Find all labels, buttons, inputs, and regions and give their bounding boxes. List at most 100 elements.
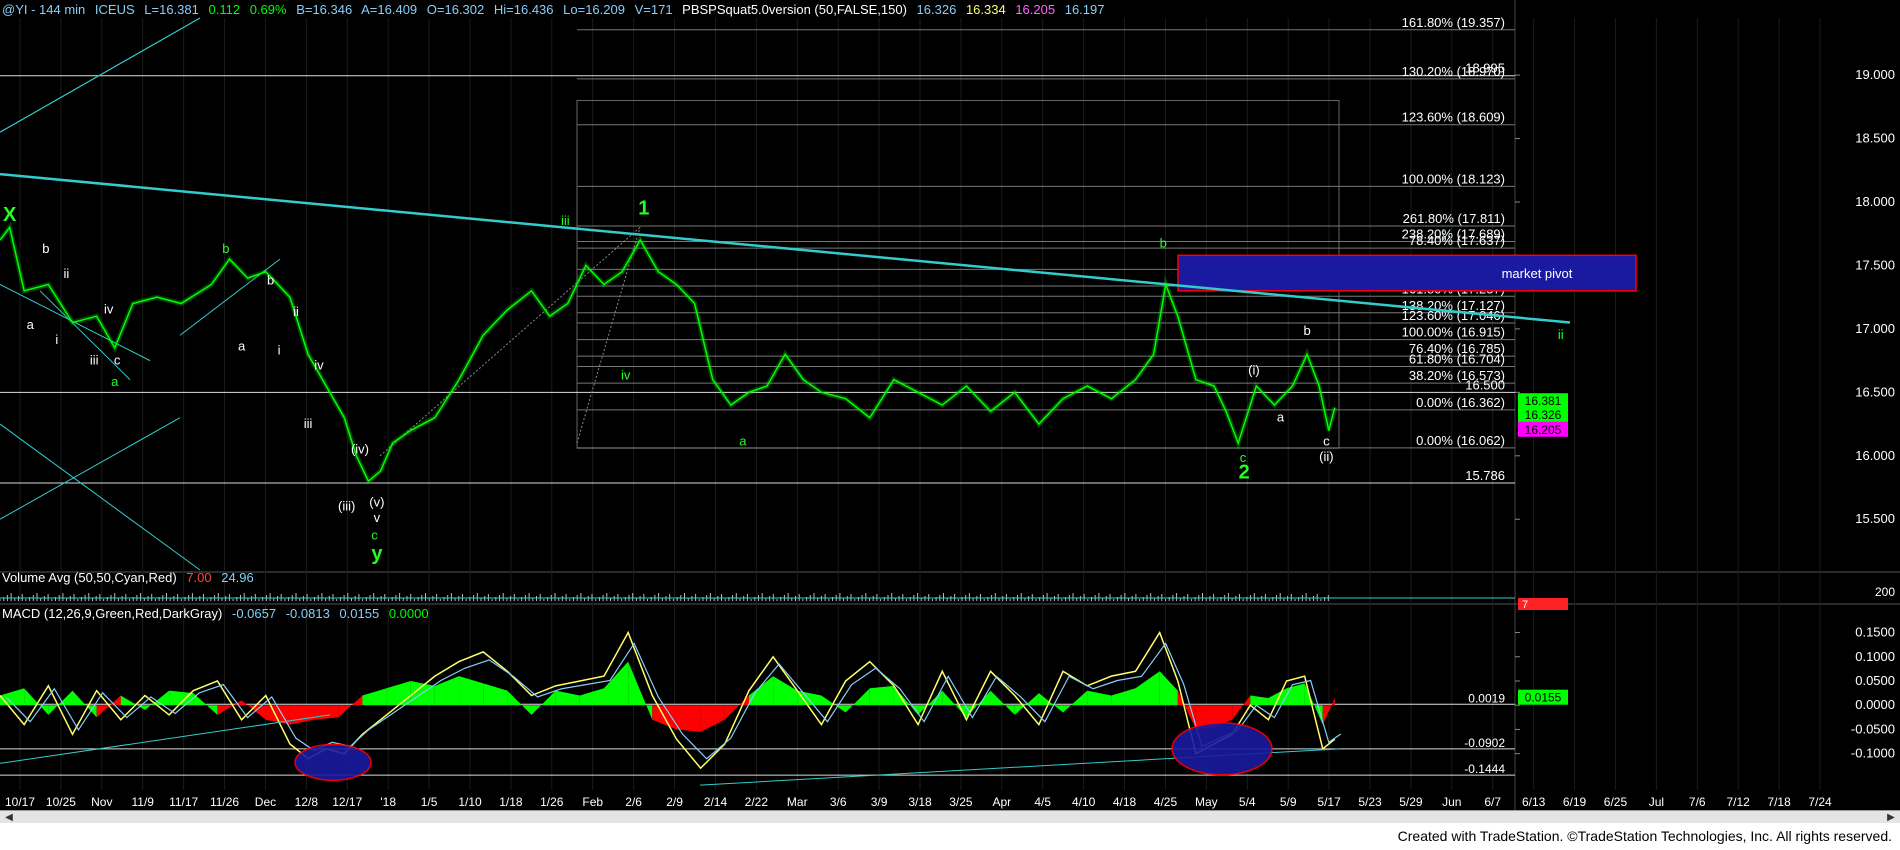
macd-divergence-ellipse-2 (1171, 722, 1273, 776)
macd-histogram-segment (990, 690, 1015, 715)
macd-histogram-segment (1159, 671, 1178, 706)
x-tick-label: Dec (255, 795, 276, 809)
fib-level-label: 15.786 (1465, 468, 1505, 483)
fib-level-label: 123.60% (18.609) (1402, 110, 1505, 125)
x-tick-label: 6/19 (1563, 795, 1587, 809)
x-tick-label: 2/9 (666, 795, 683, 809)
x-tick-label: 4/25 (1154, 795, 1178, 809)
macd-histogram-segment (314, 705, 339, 720)
macd-header: MACD (12,26,9,Green,Red,DarkGray) -0.065… (2, 606, 435, 621)
x-tick-label: Apr (992, 795, 1011, 809)
horizontal-scrollbar[interactable]: ◀ ▶ (0, 810, 1900, 824)
wave-label: ii (293, 304, 299, 319)
wave-label: X (3, 204, 17, 226)
macd-v4: 0.0000 (388, 606, 429, 621)
x-tick-label: 5/17 (1317, 795, 1341, 809)
macd-histogram-segment (1286, 683, 1305, 706)
volume-value: V=171 (634, 2, 673, 17)
footer-credit: Created with TradeStation. ©TradeStation… (1397, 828, 1892, 844)
fib-level-label: 0.00% (16.362) (1416, 395, 1505, 410)
wave-label: iv (104, 302, 114, 317)
x-tick-label: 1/10 (458, 795, 482, 809)
macd-v2: -0.0813 (285, 606, 330, 621)
fib-level-label: 161.80% (19.357) (1402, 15, 1505, 30)
x-tick-label: 4/18 (1113, 795, 1137, 809)
y-tick-label: 19.000 (1855, 67, 1895, 82)
x-tick-label: 5/29 (1399, 795, 1423, 809)
macd-histogram-segment (362, 688, 387, 706)
dotted-projection (379, 227, 641, 457)
x-tick-label: Jul (1649, 795, 1664, 809)
macd-level-label: -0.1444 (1464, 762, 1505, 776)
x-tick-label: 6/25 (1604, 795, 1628, 809)
wave-label: b (267, 272, 274, 287)
study-label: PBSPSquat5.0version (50,FALSE,150) (682, 2, 907, 17)
macd-histogram-segment (579, 688, 604, 706)
x-tick-label: Mar (787, 795, 808, 809)
macd-histogram-segment (483, 683, 508, 706)
footer-bar: Created with TradeStation. ©TradeStation… (0, 823, 1900, 850)
volume-tick-label: 200 (1875, 585, 1895, 599)
x-tick-label: 7/18 (1767, 795, 1791, 809)
last-price: L=16.381 (144, 2, 199, 17)
wave-label: (v) (369, 495, 384, 510)
wave-label: c (114, 352, 121, 367)
fib-level-label: 100.00% (16.915) (1402, 325, 1505, 340)
x-tick-label: 12/8 (295, 795, 319, 809)
study-value-2: 16.334 (965, 2, 1006, 17)
x-tick-label: 7/12 (1727, 795, 1751, 809)
bid-price: B=16.346 (296, 2, 353, 17)
wave-label: a (739, 434, 747, 449)
chart-header: @YI - 144 min ICEUS L=16.381 0.112 0.69%… (2, 2, 1110, 17)
fib-level-label: 61.80% (16.704) (1409, 351, 1505, 366)
macd-histogram-segment (289, 705, 315, 725)
trendline-lower-left (0, 417, 181, 520)
x-tick-label: Nov (91, 795, 112, 809)
wave-label: a (238, 338, 246, 353)
wave-label: (i) (1248, 363, 1260, 378)
macd-y-tick-label: 0.1000 (1855, 649, 1895, 664)
wave-label: c (371, 528, 378, 543)
x-tick-label: 11/26 (210, 795, 239, 809)
low-price: Lo=16.209 (563, 2, 625, 17)
trading-chart[interactable]: 10/17 10/25 Nov 11/9 11/17 11/26 Dec 12/8 12/17 '… (0, 0, 1900, 850)
net-change: 0.112 (208, 2, 241, 17)
y-tick-label: 17.500 (1855, 257, 1895, 272)
wave-label: c (1323, 434, 1330, 449)
macd-histogram-segment (1250, 695, 1269, 706)
wave-label: b (222, 241, 229, 256)
open-price: O=16.302 (426, 2, 485, 17)
x-tick-label: '18 (380, 795, 396, 809)
macd-tag-label: 0.0155 (1525, 691, 1562, 705)
price-series-band (0, 221, 1338, 486)
wave-label: iii (561, 213, 570, 228)
x-tick-label: 6/13 (1522, 795, 1546, 809)
macd-histogram-segment (1087, 690, 1112, 706)
wave-label: i (55, 332, 58, 347)
x-tick-label: Feb (582, 795, 603, 809)
study-value-4: 16.197 (1064, 2, 1105, 17)
wave-label: b (42, 241, 49, 256)
macd-histogram-segment (845, 688, 870, 713)
x-tick-label: 1/18 (499, 795, 523, 809)
macd-y-tick-label: 0.1500 (1855, 625, 1895, 640)
macd-histogram-segment (386, 680, 411, 706)
x-tick-label: 2/6 (625, 795, 642, 809)
wave-label: a (27, 317, 35, 332)
ask-price: A=16.409 (361, 2, 418, 17)
macd-histogram-segment (628, 661, 653, 720)
volume-study-v2: 24.96 (221, 570, 254, 585)
wave-label: i (1442, 228, 1445, 243)
macd-level-label: -0.0902 (1464, 736, 1505, 750)
wave-label: ii (64, 266, 70, 281)
macd-histogram-segment (893, 685, 919, 715)
x-tick-label: 1/26 (540, 795, 564, 809)
volume-header: Volume Avg (50,50,Cyan,Red) 7.00 24.96 (2, 570, 260, 585)
wave-label: (iv) (351, 441, 369, 456)
macd-histogram-segment (555, 690, 580, 706)
x-tick-label: 11/9 (131, 795, 154, 809)
macd-histogram-segment (1268, 688, 1287, 706)
fib-level-label: 261.80% (17.811) (1403, 211, 1505, 226)
study-value-1: 16.326 (916, 2, 957, 17)
trendline-upper-left (0, 17, 201, 133)
